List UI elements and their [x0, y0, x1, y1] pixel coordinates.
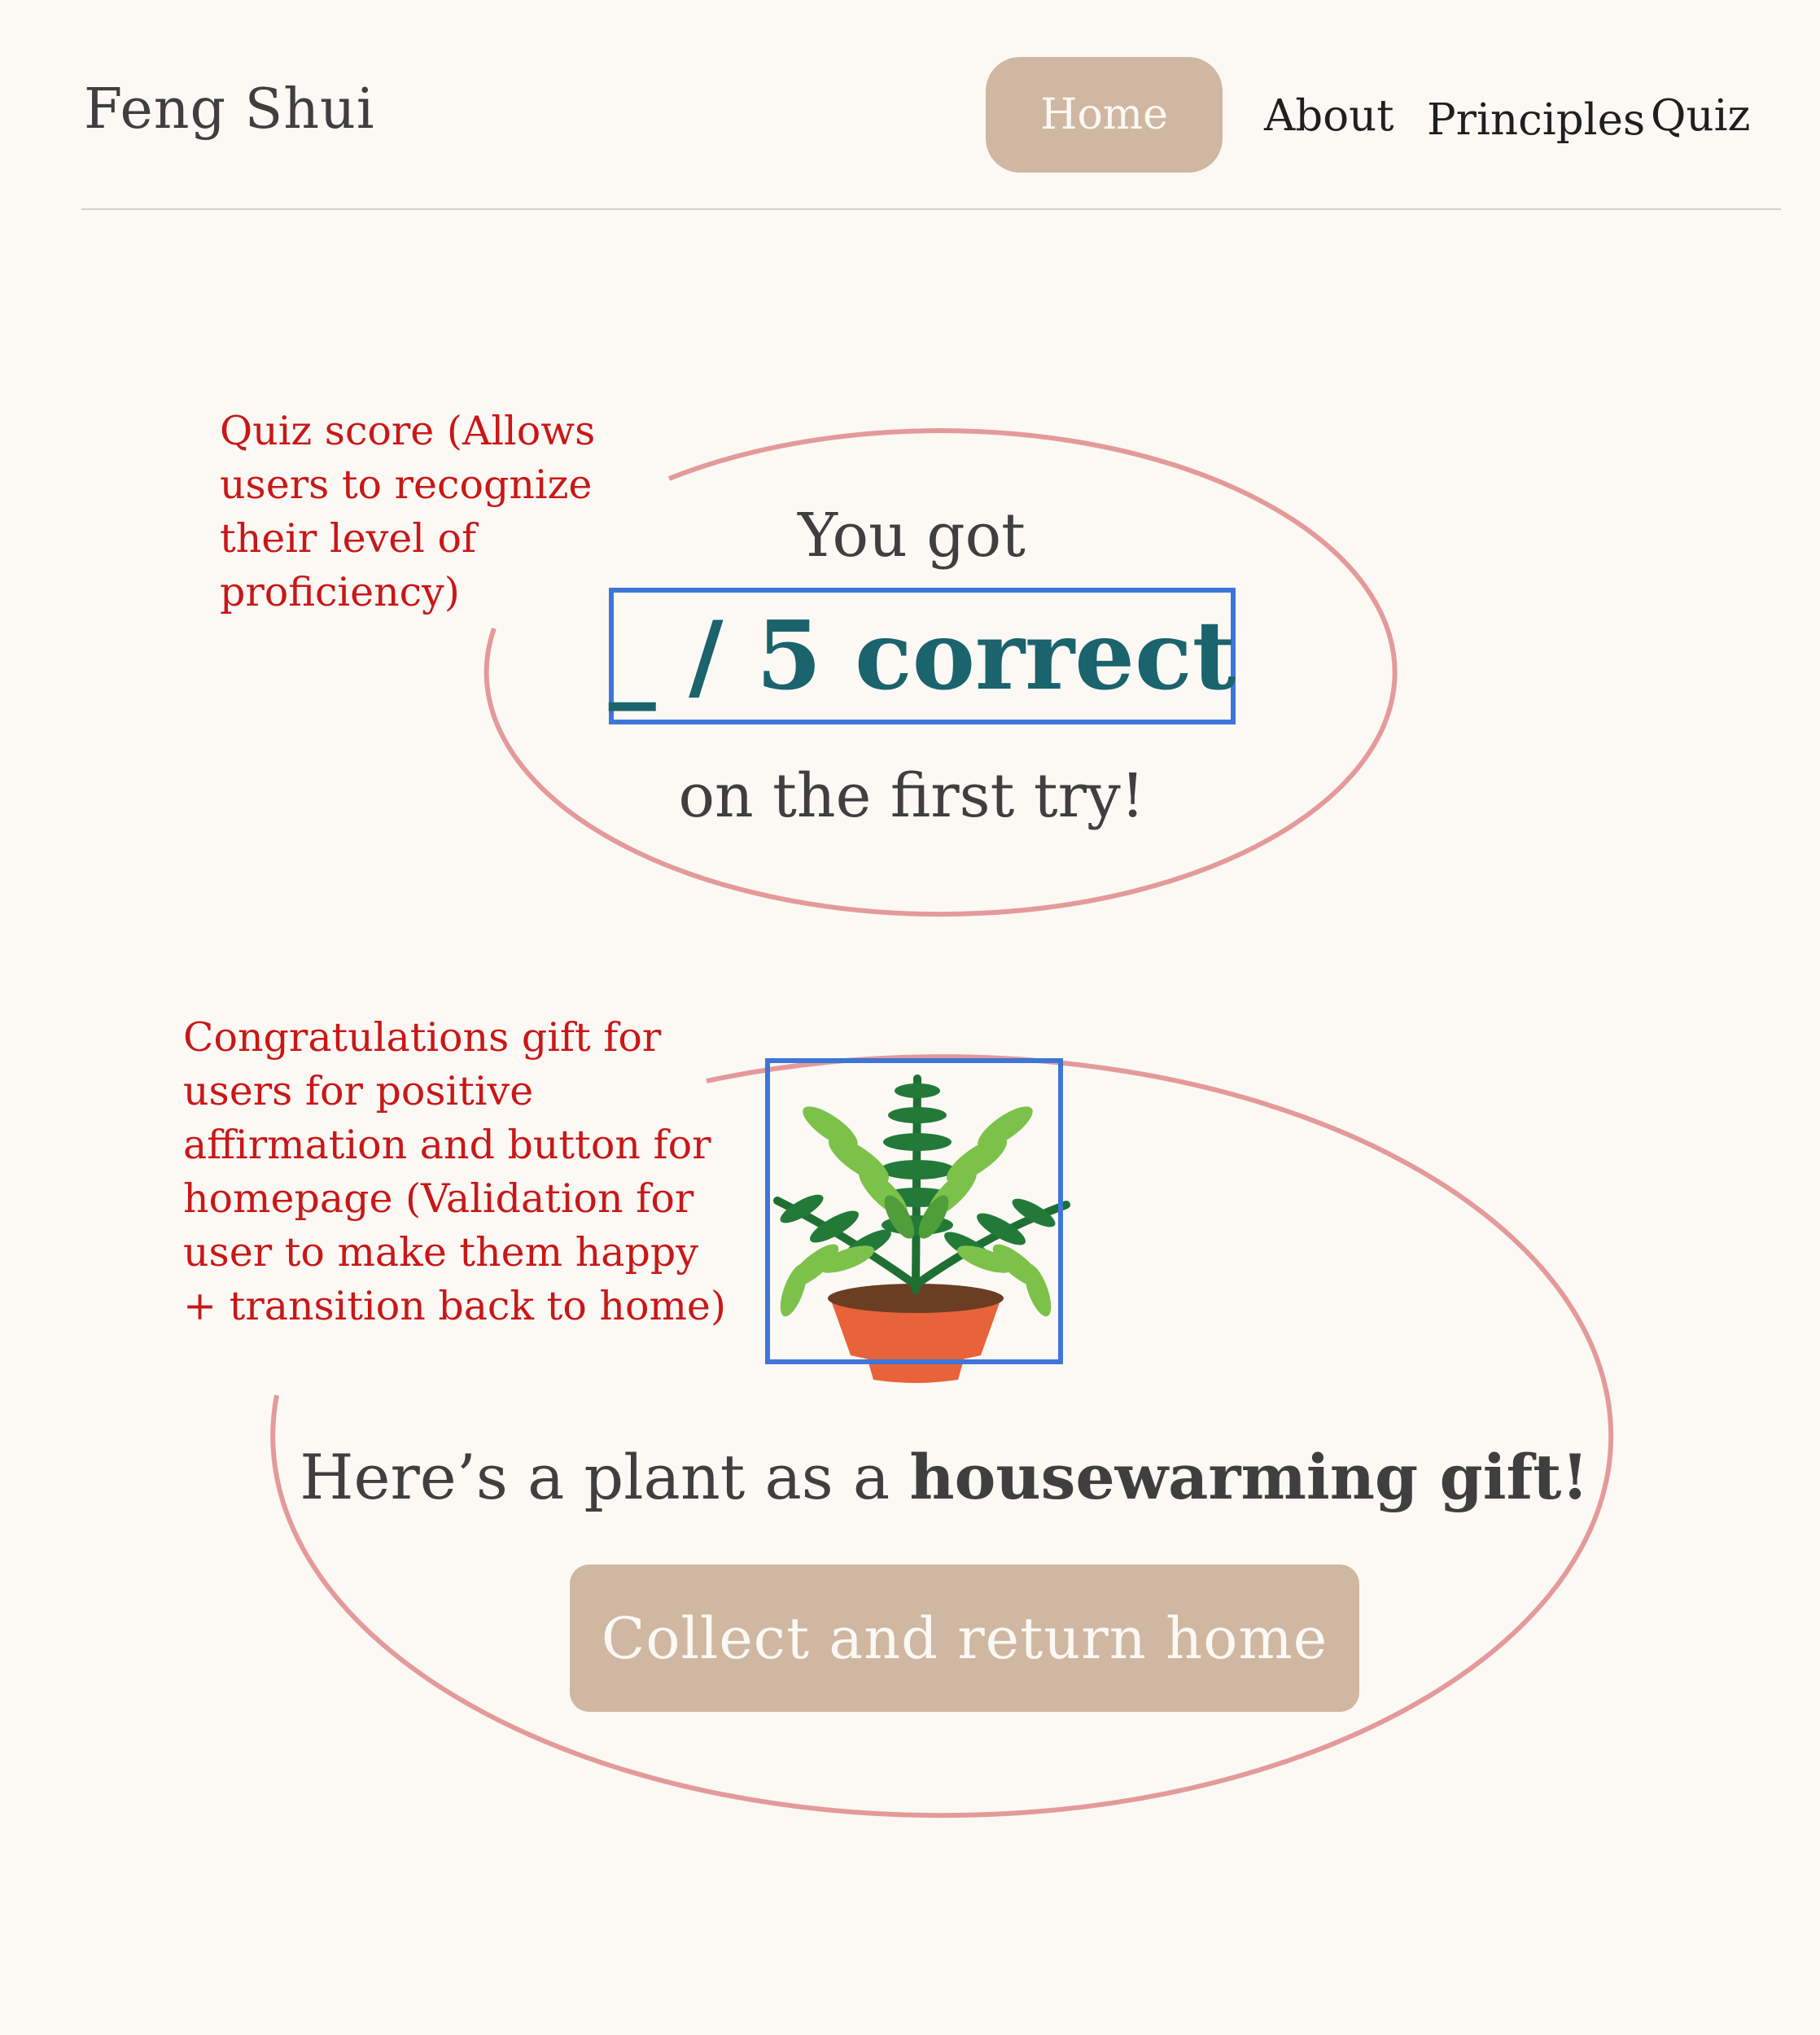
note-line: users for positive: [183, 1068, 534, 1114]
note-line: Congratulations gift for: [183, 1014, 662, 1061]
note-line: homepage (Validation for: [183, 1175, 694, 1222]
score-highlight-box: _ / 5 correct: [609, 588, 1236, 724]
note-line: Quiz score (Allows: [220, 408, 596, 454]
quiz-score-value: _ / 5 correct: [608, 601, 1236, 711]
gift-message-prefix: Here’s a plant as a: [300, 1441, 910, 1513]
score-intro-text: You got: [798, 501, 1026, 571]
gift-message-bold: housewarming gift!: [909, 1441, 1589, 1513]
gift-highlight-box: [765, 1058, 1063, 1364]
note-line: + transition back to home): [183, 1283, 727, 1329]
note-line: users to recognize: [220, 462, 593, 508]
note-line: their level of: [220, 515, 477, 562]
note-line: user to make them happy: [183, 1229, 698, 1276]
gift-annotation-note: Congratulations gift for users for posit…: [183, 1011, 726, 1333]
note-line: affirmation and button for: [183, 1122, 711, 1168]
score-outro-text: on the first try!: [678, 761, 1145, 831]
score-annotation-note: Quiz score (Allows users to recognize th…: [220, 405, 595, 619]
collect-return-home-button[interactable]: Collect and return home: [570, 1565, 1359, 1712]
gift-message: Here’s a plant as a housewarming gift!: [244, 1441, 1644, 1513]
note-line: proficiency): [220, 569, 460, 615]
